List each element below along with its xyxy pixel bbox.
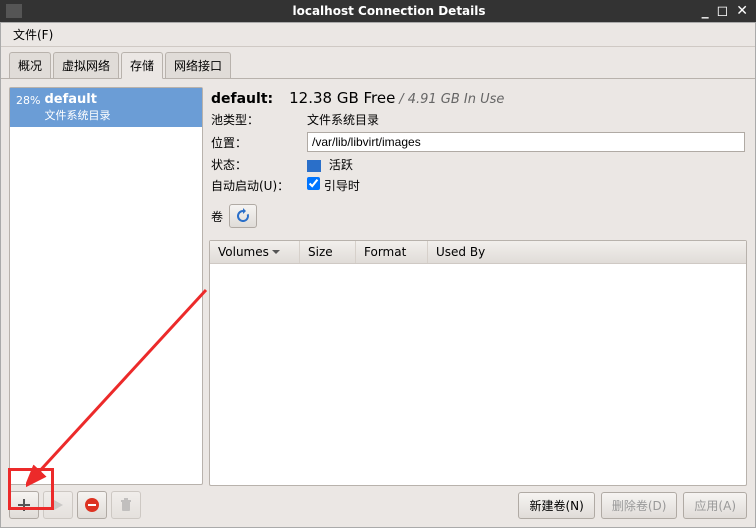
pool-item-default[interactable]: 28% default 文件系统目录 xyxy=(10,88,202,127)
col-usedby[interactable]: Used By xyxy=(428,241,746,263)
volumes-table-body xyxy=(210,264,746,485)
content-area: 28% default 文件系统目录 xyxy=(1,79,755,527)
app-icon xyxy=(6,4,22,18)
pool-toolbar xyxy=(9,485,203,519)
volumes-table[interactable]: Volumes Size Format Used By xyxy=(209,240,747,486)
details-pool-name: default: xyxy=(211,91,273,107)
add-pool-button[interactable] xyxy=(9,491,39,519)
tab-network-interface[interactable]: 网络接口 xyxy=(165,52,231,78)
trash-icon xyxy=(119,498,133,512)
delete-pool-button[interactable] xyxy=(111,491,141,519)
storage-pool-list[interactable]: 28% default 文件系统目录 xyxy=(9,87,203,485)
col-volumes[interactable]: Volumes xyxy=(210,241,300,263)
refresh-icon xyxy=(235,208,251,224)
apply-button[interactable]: 应用(A) xyxy=(683,492,747,519)
tab-storage[interactable]: 存储 xyxy=(121,52,163,79)
col-size[interactable]: Size xyxy=(300,241,356,263)
stop-pool-button[interactable] xyxy=(77,491,107,519)
value-pooltype: 文件系统目录 xyxy=(307,111,379,128)
tabbar: 概况 虚拟网络 存储 网络接口 xyxy=(1,47,755,79)
pool-usage-percent: 28% xyxy=(16,94,40,107)
label-location: 位置： xyxy=(211,134,307,151)
stop-icon xyxy=(84,497,100,513)
window-title: localhost Connection Details xyxy=(28,4,750,18)
start-pool-button[interactable] xyxy=(43,491,73,519)
play-icon xyxy=(52,499,64,511)
chevron-down-icon xyxy=(272,248,280,256)
label-state: 状态： xyxy=(211,156,307,173)
label-pooltype: 池类型： xyxy=(211,111,307,128)
active-state-icon xyxy=(307,160,321,172)
plus-icon xyxy=(17,498,31,512)
left-panel: 28% default 文件系统目录 xyxy=(9,87,203,519)
label-autostart: 自动启动(U)： xyxy=(211,177,307,194)
delete-volume-button[interactable]: 删除卷(D) xyxy=(601,492,678,519)
minimize-icon[interactable]: _ xyxy=(702,3,709,19)
details-inuse: / 4.91 GB In Use xyxy=(399,92,504,107)
new-volume-button[interactable]: 新建卷(N) xyxy=(518,492,594,519)
pool-name: default xyxy=(44,92,96,107)
titlebar: localhost Connection Details _ ◻ ✕ xyxy=(0,0,756,22)
col-format[interactable]: Format xyxy=(356,241,428,263)
autostart-checkbox[interactable] xyxy=(307,177,320,190)
pool-details: default: 12.38 GB Free / 4.91 GB In Use … xyxy=(209,87,747,234)
details-header: default: 12.38 GB Free / 4.91 GB In Use xyxy=(211,89,745,107)
menu-file[interactable]: 文件(F) xyxy=(7,24,59,45)
menubar: 文件(F) xyxy=(1,23,755,47)
volumes-table-header: Volumes Size Format Used By xyxy=(210,241,746,264)
state-value: 活跃 xyxy=(307,156,353,173)
pool-type: 文件系统目录 xyxy=(44,107,110,123)
window-body: 文件(F) 概况 虚拟网络 存储 网络接口 28% default 文件系统目录 xyxy=(0,22,756,528)
volumes-label: 卷 xyxy=(211,208,223,225)
pool-text: default 文件系统目录 xyxy=(44,92,110,123)
tab-overview[interactable]: 概况 xyxy=(9,52,51,78)
refresh-volumes-button[interactable] xyxy=(229,204,257,228)
location-input[interactable] xyxy=(307,132,745,152)
details-free: 12.38 GB Free xyxy=(289,89,395,107)
autostart-checkbox-label[interactable]: 引导时 xyxy=(307,177,360,194)
right-panel: default: 12.38 GB Free / 4.91 GB In Use … xyxy=(209,87,747,519)
volume-action-buttons: 新建卷(N) 删除卷(D) 应用(A) xyxy=(209,486,747,519)
tab-virtual-network[interactable]: 虚拟网络 xyxy=(53,52,119,78)
close-icon[interactable]: ✕ xyxy=(736,3,748,19)
maximize-icon[interactable]: ◻ xyxy=(717,3,729,19)
